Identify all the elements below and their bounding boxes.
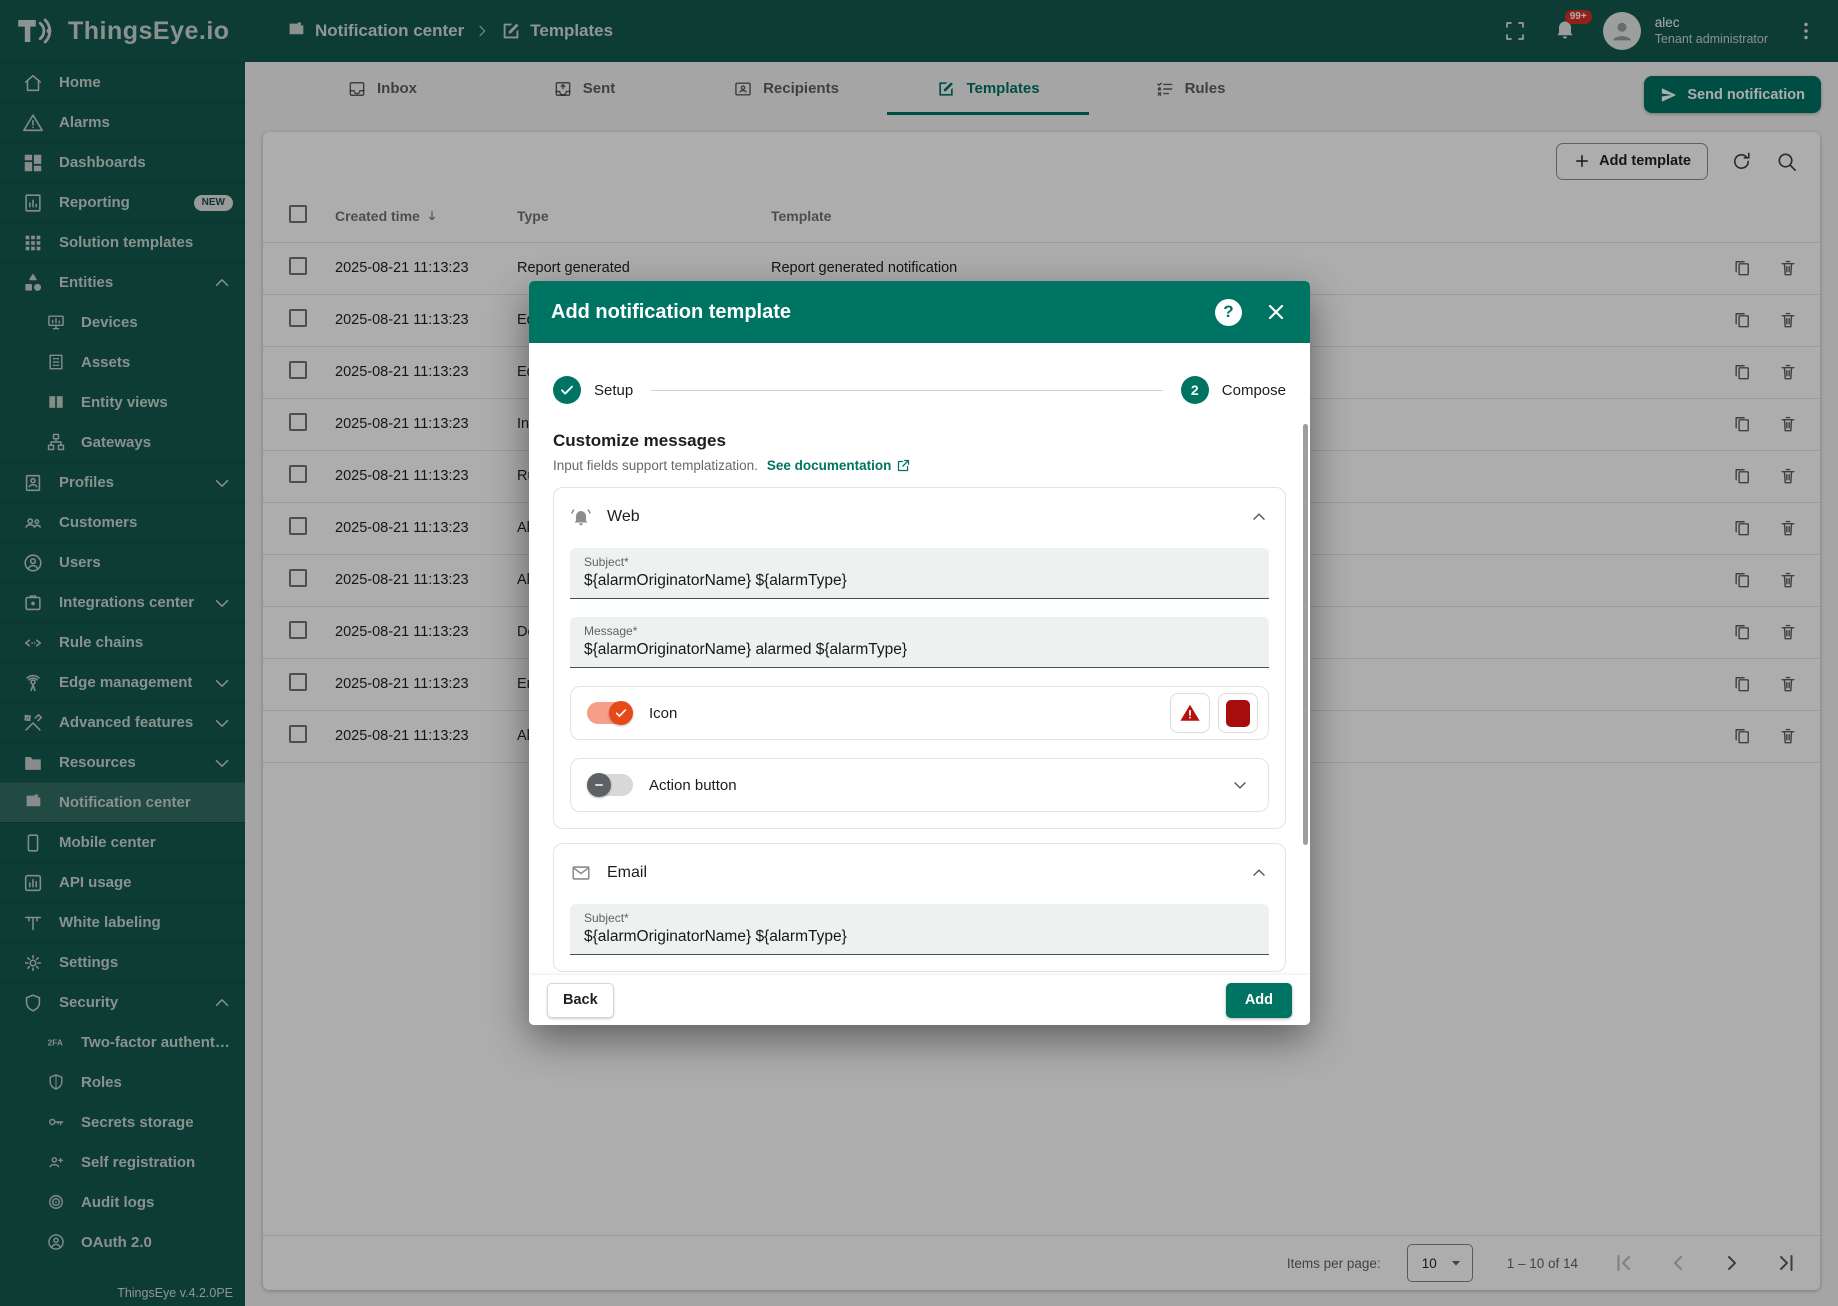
app-root: ThingsEye.io Notification center Templat… <box>0 0 1838 1306</box>
dialog-title: Add notification template <box>551 301 791 324</box>
color-swatch <box>1226 700 1250 727</box>
web-section-title: Web <box>607 508 640 526</box>
help-icon[interactable]: ? <box>1215 299 1242 326</box>
web-message-field[interactable]: Message* ${alarmOriginatorName} alarmed … <box>570 617 1269 668</box>
step-setup-label: Setup <box>594 382 633 399</box>
field-value: ${alarmOriginatorName} ${alarmType} <box>584 928 1255 946</box>
step-compose-indicator[interactable]: 2 <box>1181 376 1209 404</box>
email-icon <box>570 862 592 884</box>
check-icon <box>559 382 575 398</box>
templatization-hint: Input fields support templatization. See… <box>553 458 1286 473</box>
icon-toggle[interactable] <box>587 700 633 726</box>
customize-messages-heading: Customize messages <box>553 431 1286 451</box>
dialog-header: Add notification template ? <box>529 281 1310 343</box>
icon-picker-button[interactable] <box>1170 693 1210 733</box>
field-value: ${alarmOriginatorName} alarmed ${alarmTy… <box>584 641 1255 659</box>
check-icon <box>614 706 628 720</box>
field-label: Message* <box>584 624 1255 638</box>
icon-toggle-label: Icon <box>649 705 677 722</box>
email-subject-field[interactable]: Subject* ${alarmOriginatorName} ${alarmT… <box>570 904 1269 955</box>
expand-icon[interactable] <box>1230 775 1250 795</box>
add-notification-template-dialog: Add notification template ? Setup 2 Comp… <box>529 281 1310 1025</box>
dialog-footer: Back Add <box>529 975 1310 1025</box>
close-icon[interactable] <box>1264 300 1288 324</box>
external-link-icon <box>896 458 911 473</box>
email-section-header[interactable]: Email <box>570 856 1269 890</box>
collapse-icon[interactable] <box>1249 507 1269 527</box>
email-section-title: Email <box>607 864 647 882</box>
minus-icon <box>592 778 606 792</box>
dialog-scrollbar[interactable] <box>1303 424 1308 845</box>
field-label: Subject* <box>584 555 1255 569</box>
collapse-icon[interactable] <box>1249 863 1269 883</box>
icon-toggle-row: Icon <box>570 686 1269 740</box>
web-section-header[interactable]: Web <box>570 500 1269 534</box>
web-notification-icon <box>570 506 592 528</box>
stepper-connector <box>651 390 1163 391</box>
action-button-toggle[interactable] <box>587 772 633 798</box>
action-button-row: Action button <box>570 758 1269 812</box>
dialog-body: Setup 2 Compose Customize messages Input… <box>529 343 1310 975</box>
back-button[interactable]: Back <box>547 983 614 1018</box>
stepper: Setup 2 Compose <box>553 365 1286 415</box>
action-button-label: Action button <box>649 777 737 794</box>
warning-icon <box>1179 702 1201 724</box>
email-section: Email Subject* ${alarmOriginatorName} ${… <box>553 843 1286 972</box>
web-subject-field[interactable]: Subject* ${alarmOriginatorName} ${alarmT… <box>570 548 1269 599</box>
add-button[interactable]: Add <box>1226 983 1292 1018</box>
see-documentation-link[interactable]: See documentation <box>767 458 912 473</box>
web-section: Web Subject* ${alarmOriginatorName} ${al… <box>553 487 1286 829</box>
step-setup-indicator[interactable] <box>553 376 581 404</box>
field-value: ${alarmOriginatorName} ${alarmType} <box>584 572 1255 590</box>
icon-color-picker-button[interactable] <box>1218 693 1258 733</box>
icon-pickers <box>1170 693 1258 733</box>
field-label: Subject* <box>584 911 1255 925</box>
step-compose-label: Compose <box>1222 382 1286 399</box>
